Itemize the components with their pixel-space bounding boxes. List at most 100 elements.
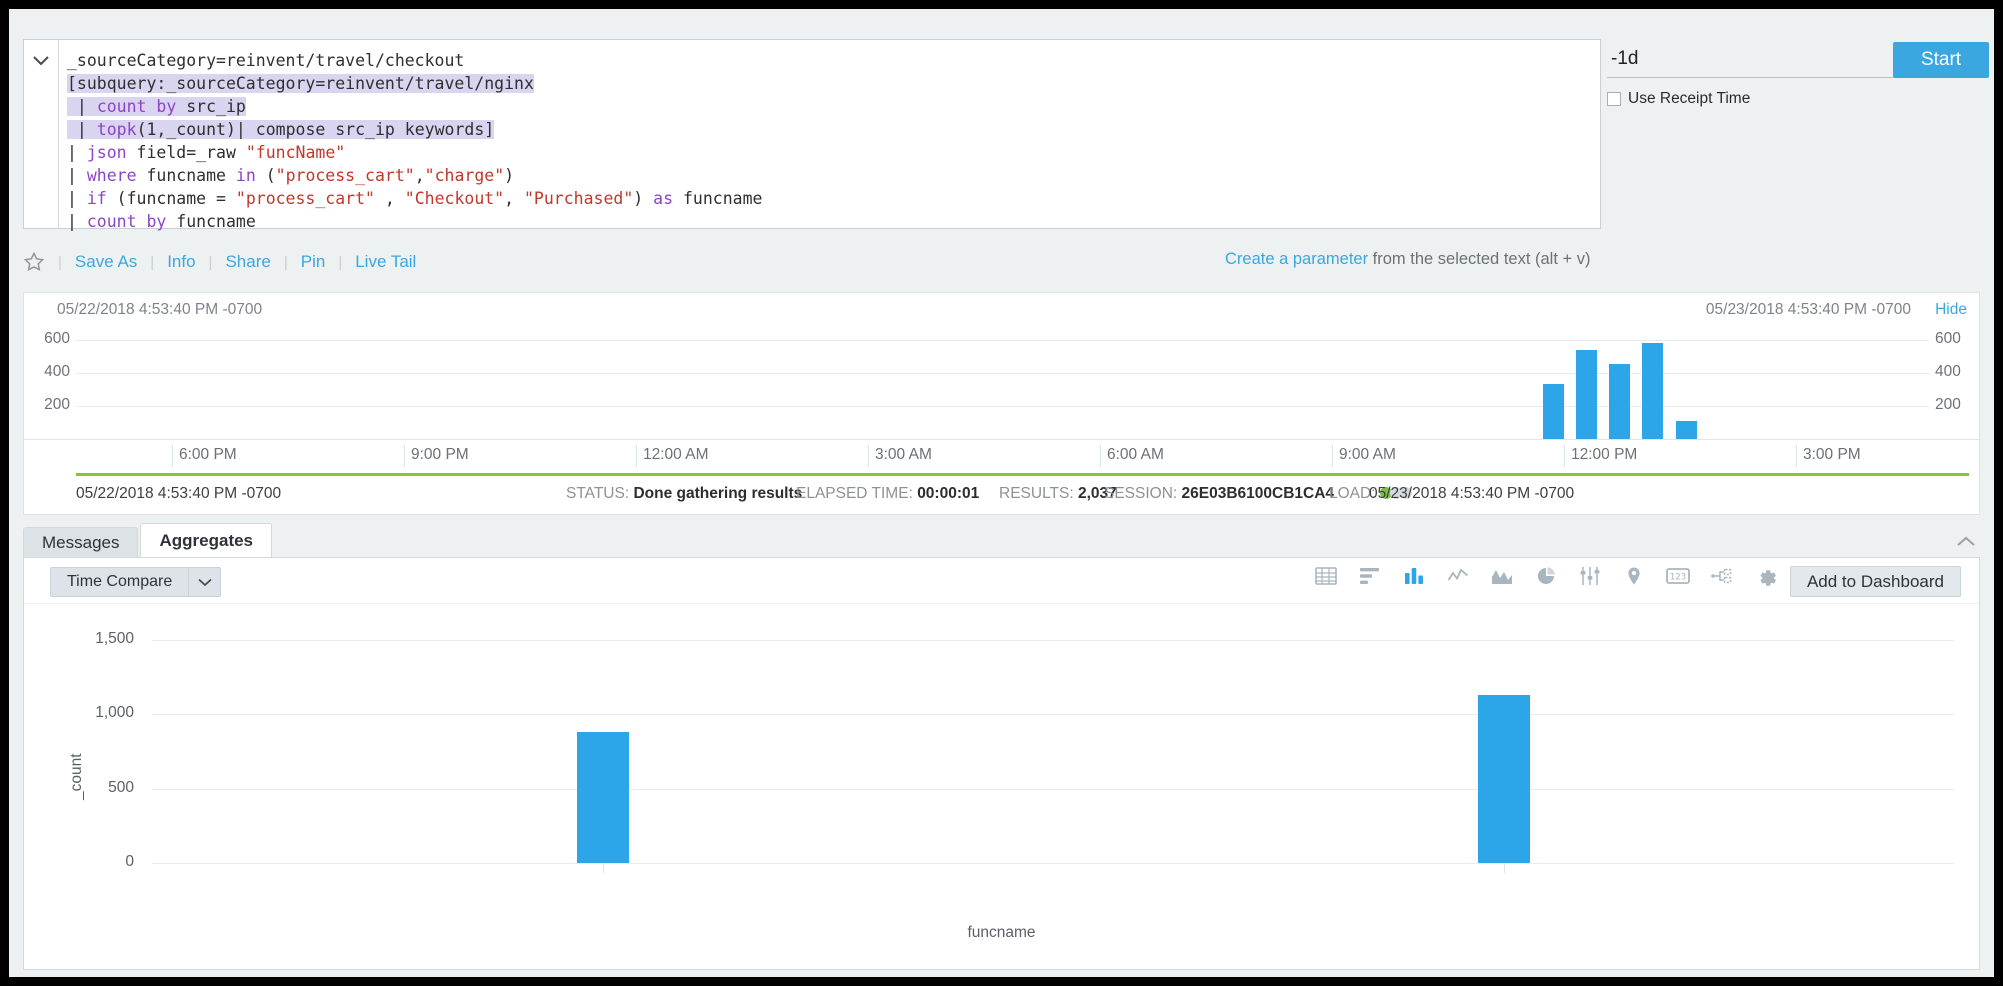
query-token: ,: [375, 189, 405, 208]
add-to-dashboard-button[interactable]: Add to Dashboard: [1790, 566, 1961, 597]
query-token: topk: [97, 120, 137, 139]
time-compare-dropdown-toggle[interactable]: [189, 567, 221, 597]
query-token: funcname: [673, 189, 762, 208]
save-as-link[interactable]: Save As: [64, 252, 148, 272]
histogram-x-tick: 6:00 PM: [172, 445, 237, 467]
query-collapse-toggle[interactable]: [24, 40, 58, 228]
query-line: | where funcname in ("process_cart","cha…: [67, 164, 1600, 187]
chart-gridline: [152, 640, 1955, 641]
chart-x-axis-label: funcname: [24, 924, 1979, 942]
result-tabs: MessagesAggregates: [23, 525, 274, 557]
query-token: [subquery:_sourceCategory=reinvent/trave…: [67, 74, 534, 93]
aggregates-panel: Time Compare 123 Add to Dashboard 05001,…: [23, 557, 1980, 970]
create-parameter-suffix: from the selected text (alt + v): [1373, 250, 1591, 268]
tab-messages[interactable]: Messages: [23, 527, 138, 557]
time-compare-group[interactable]: Time Compare: [50, 567, 221, 597]
query-token: "Checkout": [405, 189, 504, 208]
chart-bar[interactable]: [1478, 695, 1530, 863]
chart-y-axis-label: _count: [68, 753, 86, 800]
chart-settings-gear-icon[interactable]: [1755, 566, 1779, 590]
table-icon[interactable]: [1314, 564, 1338, 588]
chart-type-icon-group: 123: [1314, 564, 1734, 588]
query-line: | count by funcname: [67, 210, 1600, 233]
histogram-y-tick: 400: [36, 363, 70, 381]
chart-y-tick: 1,000: [64, 704, 134, 722]
chart-x-tick: [603, 863, 604, 873]
query-token: funcname: [137, 166, 236, 185]
start-button[interactable]: Start: [1893, 42, 1989, 78]
results-label: RESULTS:: [999, 485, 1074, 502]
chart-x-tick: [1504, 863, 1505, 873]
time-compare-button[interactable]: Time Compare: [50, 567, 189, 597]
share-link[interactable]: Share: [214, 252, 281, 272]
query-token: json: [87, 143, 127, 162]
histogram-bar[interactable]: [1676, 421, 1697, 439]
box-plot-icon[interactable]: [1578, 564, 1602, 588]
query-token: if: [87, 189, 107, 208]
line-chart-icon[interactable]: [1446, 564, 1470, 588]
aggregates-bar-chart[interactable]: 05001,0001,500_countfuncname: [24, 605, 1979, 969]
favorite-star-icon[interactable]: [23, 251, 45, 273]
histogram-x-tick: 3:00 AM: [868, 445, 932, 467]
collapse-panel-caret-icon[interactable]: [1956, 533, 1976, 553]
chart-bar[interactable]: [577, 732, 629, 863]
query-token: |: [67, 143, 87, 162]
histogram-plot[interactable]: 600600400400200200: [24, 323, 1981, 439]
area-chart-icon[interactable]: [1490, 564, 1514, 588]
query-text[interactable]: _sourceCategory=reinvent/travel/checkout…: [58, 40, 1600, 228]
query-editor[interactable]: _sourceCategory=reinvent/travel/checkout…: [23, 39, 1601, 229]
time-range-input[interactable]: [1607, 42, 1895, 78]
query-token: count by: [87, 212, 166, 231]
action-divider: |: [338, 254, 342, 271]
chevron-down-icon: [198, 578, 212, 587]
histogram-x-tick: 6:00 AM: [1100, 445, 1164, 467]
create-parameter-link[interactable]: Create a parameter: [1225, 250, 1368, 268]
histogram-gridline: [76, 340, 1929, 341]
single-value-icon[interactable]: 123: [1666, 564, 1690, 588]
use-receipt-time-checkbox[interactable]: [1607, 92, 1621, 106]
histogram-x-axis: 6:00 PM9:00 PM12:00 AM3:00 AM6:00 AM9:00…: [24, 439, 1981, 469]
histogram-bar[interactable]: [1543, 384, 1564, 439]
histogram-x-tick: 9:00 PM: [404, 445, 469, 467]
histogram-bar[interactable]: [1609, 364, 1630, 439]
info-link[interactable]: Info: [156, 252, 206, 272]
elapsed-field: ELAPSED TIME: 00:00:01: [796, 485, 979, 503]
query-token: (: [256, 166, 276, 185]
histogram-y-tick: 600: [1935, 330, 1969, 348]
query-token: "process_cart": [236, 189, 375, 208]
tab-aggregates[interactable]: Aggregates: [140, 523, 272, 557]
query-token: "charge": [425, 166, 504, 185]
histogram-y-tick: 200: [1935, 396, 1969, 414]
query-token: ,: [504, 189, 524, 208]
query-token: "process_cart": [276, 166, 415, 185]
map-pin-icon[interactable]: [1622, 564, 1646, 588]
use-receipt-time-row[interactable]: Use Receipt Time: [1607, 90, 1750, 108]
histogram-y-tick: 600: [36, 330, 70, 348]
horizontal-bar-chart-icon[interactable]: [1358, 564, 1382, 588]
query-line: | json field=_raw "funcName": [67, 141, 1600, 164]
status-field: STATUS: Done gathering results: [566, 485, 802, 503]
query-token: ): [633, 189, 653, 208]
create-parameter-note: Create a parameter from the selected tex…: [1225, 250, 1590, 269]
pin-link[interactable]: Pin: [290, 252, 337, 272]
status-label: STATUS:: [566, 485, 629, 502]
histogram-bar[interactable]: [1576, 350, 1597, 439]
query-panel: _sourceCategory=reinvent/travel/checkout…: [9, 9, 1994, 241]
chart-gridline: [152, 789, 1955, 790]
tree-node-icon[interactable]: [1710, 564, 1734, 588]
chart-gridline: [152, 863, 1955, 864]
live-tail-link[interactable]: Live Tail: [344, 252, 427, 272]
action-divider: |: [58, 254, 62, 271]
action-divider: |: [284, 254, 288, 271]
query-token: "funcName": [246, 143, 345, 162]
query-actions-bar: | Save As | Info | Share | Pin | Live Ta…: [23, 246, 427, 278]
chart-y-tick: 1,500: [64, 630, 134, 648]
query-token: |: [67, 212, 87, 231]
query-token: |: [67, 97, 97, 116]
histogram-hide-link[interactable]: Hide: [1935, 301, 1967, 319]
histogram-x-tick: 9:00 AM: [1332, 445, 1396, 467]
histogram-bar[interactable]: [1642, 343, 1663, 439]
column-chart-icon[interactable]: [1402, 564, 1426, 588]
query-token: ): [504, 166, 514, 185]
pie-chart-icon[interactable]: [1534, 564, 1558, 588]
